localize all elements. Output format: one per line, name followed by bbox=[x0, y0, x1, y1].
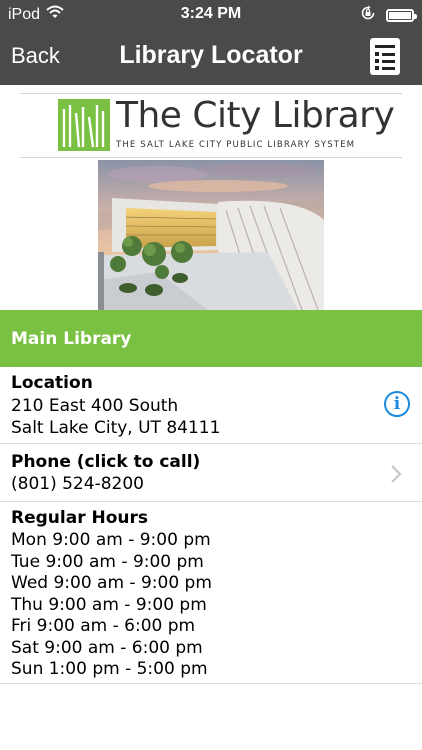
battery-icon bbox=[386, 9, 417, 22]
hours-line: Fri 9:00 am - 6:00 pm bbox=[11, 616, 196, 636]
back-button[interactable]: Back bbox=[11, 43, 60, 69]
phone-cell[interactable]: Phone (click to call) (801) 524-8200 bbox=[0, 444, 422, 502]
divider bbox=[20, 157, 402, 158]
divider bbox=[20, 93, 402, 94]
hours-line: Wed 9:00 am - 9:00 pm bbox=[11, 573, 212, 593]
status-bar: iPod 3:24 PM bbox=[0, 0, 422, 28]
hours-line: Tue 9:00 am - 9:00 pm bbox=[11, 552, 204, 572]
address-line-2: Salt Lake City, UT 84111 bbox=[11, 418, 221, 438]
status-time: 3:24 PM bbox=[180, 5, 242, 22]
logo-name: The City Library bbox=[116, 95, 395, 136]
address-line-1: 210 East 400 South bbox=[11, 396, 179, 416]
navigation-bar: Back Library Locator bbox=[0, 28, 422, 85]
branch-name: Main Library bbox=[11, 329, 132, 349]
hours-heading: Regular Hours bbox=[11, 508, 149, 528]
chevron-right-icon bbox=[391, 465, 402, 483]
library-logo-mark bbox=[58, 99, 110, 151]
phone-heading: Phone (click to call) bbox=[11, 452, 201, 472]
info-icon[interactable]: i bbox=[384, 391, 410, 417]
list-view-button[interactable] bbox=[370, 38, 400, 75]
page-title: Library Locator bbox=[119, 41, 303, 69]
hours-cell: Regular Hours Mon 9:00 am - 9:00 pm Tue … bbox=[0, 502, 422, 684]
hours-line: Thu 9:00 am - 9:00 pm bbox=[11, 595, 207, 615]
hours-line: Sun 1:00 pm - 5:00 pm bbox=[11, 659, 208, 679]
library-logo: The City Library THE SALT LAKE CITY PUBL… bbox=[58, 95, 395, 153]
logo-tagline: THE SALT LAKE CITY PUBLIC LIBRARY SYSTEM bbox=[116, 140, 356, 150]
library-header: The City Library THE SALT LAKE CITY PUBL… bbox=[0, 85, 422, 310]
rotation-lock-icon bbox=[360, 5, 376, 26]
phone-number: (801) 524-8200 bbox=[11, 474, 144, 494]
branch-header: Main Library bbox=[0, 310, 422, 367]
hours-line: Mon 9:00 am - 9:00 pm bbox=[11, 530, 211, 550]
location-cell[interactable]: Location 210 East 400 South Salt Lake Ci… bbox=[0, 367, 422, 444]
hours-line: Sat 9:00 am - 6:00 pm bbox=[11, 638, 203, 658]
library-building-photo bbox=[98, 160, 324, 310]
location-heading: Location bbox=[11, 373, 93, 393]
